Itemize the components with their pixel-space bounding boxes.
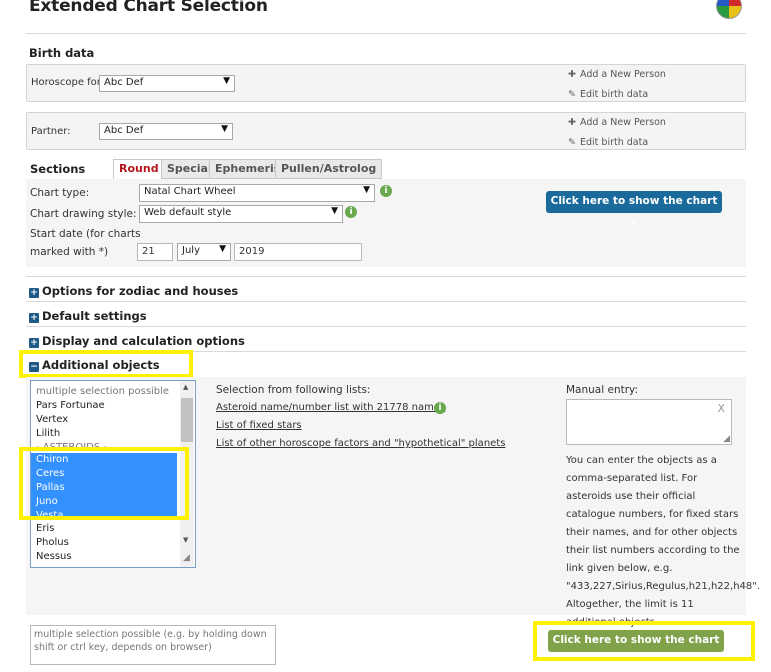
info-icon[interactable]: i xyxy=(345,206,357,218)
add-person-link-partner[interactable]: ✚ Add a New Person xyxy=(568,117,666,128)
plus-box-icon: + xyxy=(29,338,39,348)
scroll-down-icon[interactable]: ▼ xyxy=(183,536,188,544)
chart-type-select[interactable]: Natal Chart Wheel ▼ xyxy=(139,184,375,202)
resize-grip-icon[interactable]: ◢ xyxy=(183,553,190,563)
plus-icon: ✚ xyxy=(568,117,576,128)
divider xyxy=(26,326,746,327)
accordion-zodiac[interactable]: + Options for zodiac and houses xyxy=(29,284,238,298)
drawing-style-value: Web default style xyxy=(144,207,232,218)
dropdown-arrow-icon: ▼ xyxy=(223,76,230,86)
tab-round[interactable]: Round xyxy=(113,159,165,179)
highlight-box xyxy=(19,350,193,378)
list-item[interactable]: Pars Fortunae xyxy=(31,399,177,413)
list-item[interactable]: Lilith xyxy=(31,427,177,441)
clear-icon[interactable]: X xyxy=(717,402,725,415)
manual-entry-label: Manual entry: xyxy=(566,384,639,396)
highlight-box xyxy=(533,621,755,661)
list-item[interactable]: Nessus xyxy=(31,550,177,564)
divider xyxy=(26,33,746,34)
show-chart-button[interactable]: Click here to show the chart » xyxy=(546,191,722,228)
info-icon[interactable]: i xyxy=(434,402,446,414)
add-person-label: Add a New Person xyxy=(580,117,666,128)
divider xyxy=(26,276,746,277)
month-select[interactable]: July ▼ xyxy=(177,243,231,261)
plus-box-icon: + xyxy=(29,288,39,298)
accordion-defaults-label: Default settings xyxy=(42,309,147,323)
tab-pullen-astrolog[interactable]: Pullen/Astrolog xyxy=(275,159,383,179)
year-input[interactable]: 2019 xyxy=(234,243,362,261)
bottom-hint-box: multiple selection possible (e.g. by hol… xyxy=(30,625,276,665)
chart-type-label: Chart type: xyxy=(30,187,90,199)
partner-select-value: Abc Def xyxy=(104,125,144,136)
sections-heading: Sections xyxy=(30,162,86,176)
add-person-link[interactable]: ✚ Add a New Person xyxy=(568,69,666,80)
edit-birth-link[interactable]: ✎ Edit birth data xyxy=(568,89,648,100)
horoscope-select[interactable]: Abc Def ▼ xyxy=(99,75,235,92)
day-input[interactable]: 21 xyxy=(137,243,173,261)
edit-icon: ✎ xyxy=(568,137,576,148)
manual-entry-textarea[interactable]: X ◢ xyxy=(566,399,732,445)
edit-icon: ✎ xyxy=(568,89,576,100)
manual-entry-help: You can enter the objects as a comma-sep… xyxy=(566,455,761,628)
info-icon[interactable]: i xyxy=(380,185,392,197)
month-value: July xyxy=(182,245,200,256)
asteroid-list-link[interactable]: Asteroid name/number list with 21778 nam… xyxy=(216,402,445,413)
divider xyxy=(26,301,746,302)
accordion-display-options[interactable]: + Display and calculation options xyxy=(29,334,245,348)
other-factors-link[interactable]: List of other horoscope factors and "hyp… xyxy=(216,438,505,449)
highlight-box xyxy=(19,447,189,520)
partner-select[interactable]: Abc Def ▼ xyxy=(99,123,233,140)
drawing-style-label: Chart drawing style: xyxy=(30,208,137,220)
start-date-label-line1: Start date (for charts xyxy=(30,228,141,240)
scroll-up-icon[interactable]: ▲ xyxy=(183,383,188,391)
edit-birth-link-partner[interactable]: ✎ Edit birth data xyxy=(568,137,648,148)
edit-birth-label: Edit birth data xyxy=(580,89,649,100)
birth-data-heading: Birth data xyxy=(29,46,95,60)
start-date-label-line2: marked with *) xyxy=(30,246,109,258)
plus-icon: ✚ xyxy=(568,69,576,80)
plus-box-icon: + xyxy=(29,313,39,323)
dropdown-arrow-icon: ▼ xyxy=(363,185,370,195)
drawing-style-select[interactable]: Web default style ▼ xyxy=(139,205,343,223)
horoscope-label: Horoscope for: xyxy=(31,77,105,88)
accordion-default-settings[interactable]: + Default settings xyxy=(29,309,147,323)
accordion-display-label: Display and calculation options xyxy=(42,334,245,348)
list-item[interactable]: Eris xyxy=(31,522,177,536)
accordion-zodiac-label: Options for zodiac and houses xyxy=(42,284,239,298)
selection-heading: Selection from following lists: xyxy=(216,384,371,396)
fixed-stars-link[interactable]: List of fixed stars xyxy=(216,420,302,431)
list-item[interactable]: Vertex xyxy=(31,413,177,427)
edit-birth-label: Edit birth data xyxy=(580,137,649,148)
chart-type-value: Natal Chart Wheel xyxy=(144,186,236,197)
dropdown-arrow-icon: ▼ xyxy=(219,244,226,254)
scrollbar-thumb[interactable] xyxy=(181,398,193,442)
dropdown-arrow-icon: ▼ xyxy=(221,124,228,134)
dropdown-arrow-icon: ▼ xyxy=(331,206,338,216)
list-item: multiple selection possible xyxy=(36,386,170,397)
page-title: Extended Chart Selection xyxy=(29,0,268,16)
list-item[interactable]: Pholus xyxy=(31,536,177,550)
add-person-label: Add a New Person xyxy=(580,69,666,80)
resize-grip-icon[interactable]: ◢ xyxy=(723,434,730,444)
partner-label: Partner: xyxy=(31,126,71,137)
horoscope-select-value: Abc Def xyxy=(104,77,144,88)
astro-logo-icon xyxy=(716,0,742,19)
